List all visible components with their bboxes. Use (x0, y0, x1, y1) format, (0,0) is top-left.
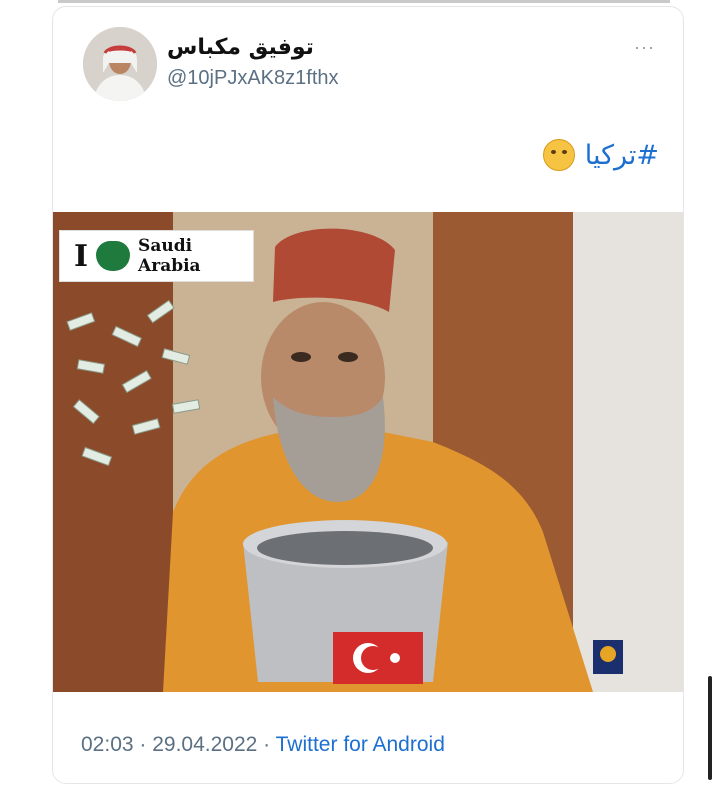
author-avatar[interactable] (83, 27, 157, 101)
saudi-flag-heart-icon (96, 241, 131, 271)
sign-line-2: Arabia (138, 256, 201, 276)
scrollbar[interactable] (708, 676, 712, 780)
more-options-icon[interactable]: ··· (634, 37, 655, 58)
hashtag-link[interactable]: #تركيا (585, 140, 659, 171)
author-handle[interactable]: @10jPJxAK8z1fthx (167, 67, 339, 90)
sign-letter: I (74, 238, 89, 274)
tweet-media-image[interactable]: I Saudi Arabia (53, 212, 683, 692)
shushing-face-emoji-icon (542, 139, 575, 171)
tweet-card[interactable]: توفيق مكباس @10jPJxAK8z1fthx ··· #تركيا (52, 6, 684, 784)
separator-2: · (257, 733, 276, 756)
separator-1: · (133, 733, 153, 756)
tweet-text: #تركيا (542, 139, 659, 171)
sign-line-1: Saudi (138, 236, 193, 256)
tweet-timestamp-row: 02:03 · 29.04.2022 · Twitter for Android (81, 733, 445, 757)
author-name[interactable]: توفيق مكباس (167, 35, 314, 60)
i-love-saudi-arabia-sign: I Saudi Arabia (59, 230, 254, 282)
tweet-source-link[interactable]: Twitter for Android (276, 733, 445, 756)
media-illustration (53, 212, 683, 692)
timestamp-time[interactable]: 02:03 (81, 733, 134, 756)
timestamp-date[interactable]: 29.04.2022 (152, 733, 257, 756)
top-divider (58, 0, 670, 3)
sign-words: Saudi Arabia (138, 236, 201, 276)
